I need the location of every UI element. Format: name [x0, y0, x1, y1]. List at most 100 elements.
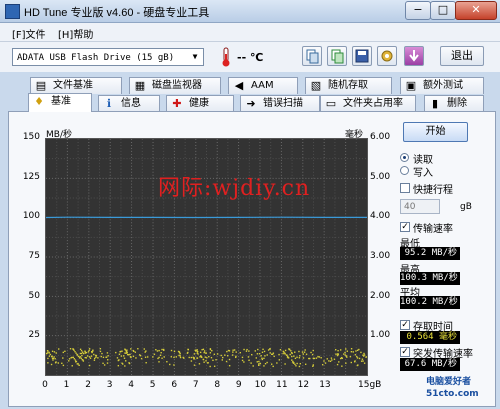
access-time-point	[179, 356, 182, 359]
copy-text-button[interactable]	[302, 46, 322, 66]
access-time-point	[47, 362, 49, 364]
access-time-point	[346, 350, 349, 352]
access-time-point	[198, 363, 201, 365]
access-time-point	[226, 354, 229, 357]
drive-select[interactable]: ADATA USB Flash Drive (15 gB) ▼	[12, 48, 204, 66]
x-tick: 9	[235, 380, 242, 390]
access-time-point	[102, 362, 104, 364]
access-time-point	[261, 351, 264, 353]
access-time-point	[86, 355, 89, 357]
access-time-point	[211, 350, 213, 352]
access-time-point	[248, 359, 250, 362]
close-button[interactable]: ✕	[455, 1, 497, 20]
access-time-point	[269, 348, 271, 350]
access-time-point	[272, 352, 275, 354]
access-time-point	[331, 359, 333, 361]
access-time-point	[103, 364, 106, 366]
access-time-point	[97, 357, 99, 359]
access-time-point	[188, 356, 190, 359]
access-time-point	[199, 351, 202, 354]
access-time-point	[81, 358, 83, 361]
access-time-point	[250, 362, 252, 364]
y-right-tick: 1.00	[370, 330, 391, 341]
error-scan-icon: ➜	[246, 97, 256, 110]
access-time-point	[133, 350, 135, 352]
menu-file[interactable]: [F]文件	[12, 26, 46, 41]
access-time-point	[288, 348, 291, 351]
tab-health[interactable]: ✚ 健康	[166, 95, 234, 112]
access-time-point	[156, 350, 159, 352]
access-time-point	[352, 351, 354, 353]
access-time-point	[195, 349, 197, 351]
access-time-point	[74, 359, 77, 361]
access-time-point	[170, 356, 173, 358]
tab-error-scan[interactable]: ➜ 错误扫描	[240, 95, 320, 112]
access-time-point	[166, 361, 168, 363]
access-time-point	[77, 363, 79, 365]
maximize-button[interactable]: □	[430, 1, 456, 20]
access-time-point	[235, 355, 237, 358]
start-button[interactable]: 开始	[403, 122, 468, 142]
access-time-point	[305, 353, 308, 355]
access-time-point	[363, 352, 365, 355]
tab-benchmark[interactable]: ♦ 基准	[28, 93, 92, 112]
y-right-tick: 5.00	[370, 171, 391, 182]
tab-extra-tests[interactable]: ▣ 额外测试	[400, 77, 484, 94]
access-time-point	[132, 355, 135, 358]
access-time-point	[85, 357, 88, 359]
menu-bar: [F]文件 [H]帮助	[0, 23, 500, 42]
access-time-point	[221, 359, 223, 361]
access-time-point	[363, 355, 365, 357]
tab-random-access[interactable]: ▧ 随机存取	[305, 77, 392, 94]
monitor-icon: ▦	[134, 79, 146, 92]
access-time-point	[175, 356, 177, 358]
download-button[interactable]	[404, 46, 424, 66]
access-time-point	[46, 352, 49, 354]
access-time-point	[158, 349, 160, 352]
access-time-point	[124, 352, 126, 354]
exit-button[interactable]: 退出	[440, 46, 484, 66]
site-logo: 电脑爱好者 51cto.com	[426, 377, 479, 399]
write-radio[interactable]	[400, 166, 409, 175]
options-button[interactable]	[377, 46, 397, 66]
access-time-point	[324, 362, 327, 364]
access-time-point	[228, 364, 231, 367]
app-icon	[5, 4, 20, 19]
minimize-button[interactable]: −	[405, 1, 431, 20]
access-time-point	[276, 362, 278, 364]
save-button[interactable]	[352, 46, 372, 66]
tab-aam[interactable]: ◀ AAM	[228, 77, 298, 94]
short-stroke-checkbox[interactable]	[400, 183, 410, 193]
access-time-point	[196, 349, 198, 351]
access-time-point	[209, 365, 211, 368]
access-time-point	[357, 364, 359, 366]
access-time-point	[224, 354, 226, 356]
copy-screenshot-button[interactable]	[327, 46, 347, 66]
tab-delete[interactable]: ▮ 删除	[424, 95, 484, 112]
access-time-point	[118, 353, 121, 355]
tab-info[interactable]: ℹ 信息	[98, 95, 160, 112]
access-time-point	[345, 355, 348, 357]
menu-help[interactable]: [H]帮助	[58, 26, 93, 41]
tab-file-benchmark[interactable]: ▤ 文件基准	[30, 77, 122, 94]
access-time-checkbox[interactable]: ✓	[400, 320, 410, 330]
access-time-point	[295, 365, 297, 367]
access-time-point	[178, 354, 180, 357]
tab-folder-usage[interactable]: ▭ 文件夹占用率	[320, 95, 416, 112]
x-tick: 3	[106, 380, 113, 390]
tab-disk-monitor[interactable]: ▦ 磁盘监视器	[129, 77, 221, 94]
random-access-icon: ▧	[310, 79, 322, 92]
access-time-point	[213, 353, 216, 355]
access-time-point	[123, 357, 126, 359]
watermark-text: 网际:wjdiy.cn	[158, 176, 311, 201]
burst-rate-checkbox[interactable]: ✓	[400, 347, 410, 357]
access-time-point	[212, 359, 214, 362]
access-time-point	[79, 348, 82, 351]
chevron-down-icon[interactable]: ▼	[189, 51, 201, 63]
access-time-point	[356, 357, 359, 359]
x-tick: 4	[128, 380, 134, 390]
read-radio[interactable]	[400, 153, 409, 162]
short-stroke-input[interactable]: 40	[400, 199, 440, 214]
access-time-point	[52, 359, 54, 361]
transfer-rate-checkbox[interactable]: ✓	[400, 222, 410, 232]
